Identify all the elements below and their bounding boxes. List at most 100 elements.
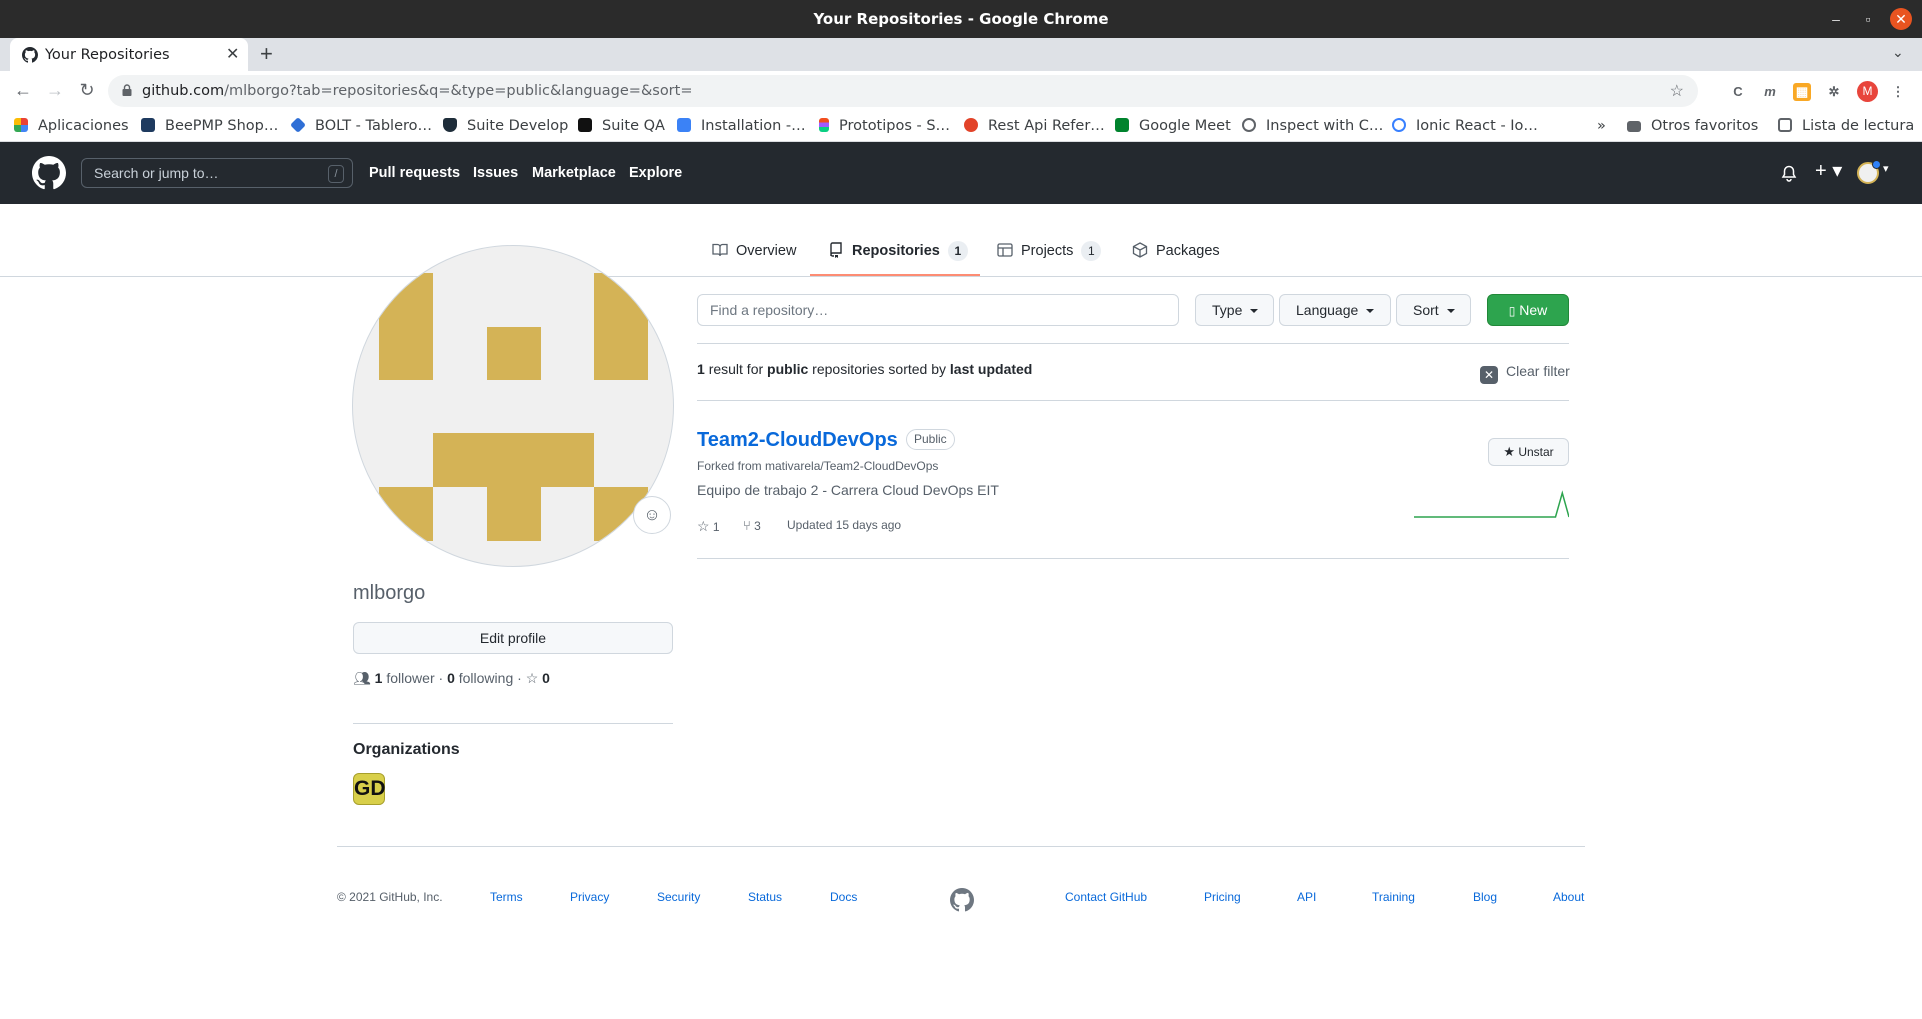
bookmark-item[interactable]: Rest Api Refer… (964, 111, 1105, 142)
nav-marketplace[interactable]: Marketplace (532, 142, 616, 204)
stars-count: 0 (542, 670, 550, 686)
footer-link-pricing[interactable]: Pricing (1204, 890, 1241, 904)
forks-link[interactable]: ⑂ 3 (743, 518, 761, 533)
stars-link[interactable]: ☆ 0 (526, 670, 550, 686)
github-footer-logo-icon[interactable] (950, 888, 974, 912)
close-window-icon[interactable]: ✕ (1890, 8, 1912, 30)
repo-updated: Updated 15 days ago (787, 518, 902, 532)
profile-avatar[interactable] (352, 245, 674, 567)
minimize-icon[interactable]: – (1826, 9, 1846, 29)
language-label: Language (1296, 302, 1359, 318)
browser-tab[interactable]: Your Repositories ✕ (10, 38, 248, 71)
followers-link[interactable]: 1 follower (375, 670, 435, 686)
nav-explore[interactable]: Explore (629, 142, 682, 204)
chrome-profile-avatar[interactable]: M (1857, 81, 1878, 102)
meet-icon (1115, 118, 1129, 132)
bookmark-label: Lista de lectura (1802, 118, 1915, 134)
create-new-plus-icon[interactable]: + ▾ (1815, 158, 1842, 183)
footer-link-training[interactable]: Training (1372, 890, 1415, 904)
bookmark-label: Prototipos - S… (839, 118, 951, 134)
footer-link-about[interactable]: About (1553, 890, 1584, 904)
react-icon (141, 118, 155, 132)
notifications-bell-icon[interactable] (1781, 165, 1797, 182)
tab-repositories[interactable]: Repositories 1 (828, 236, 968, 276)
unstar-button[interactable]: ★ Unstar (1488, 438, 1569, 466)
result-mid: repositories sorted by (812, 361, 947, 377)
github-favicon-icon (22, 47, 38, 63)
bookmark-label: Ionic React - Io… (1416, 118, 1538, 134)
extension-grid-icon[interactable]: ▦ (1793, 83, 1811, 101)
sort-filter-button[interactable]: Sort (1396, 294, 1471, 326)
extensions-puzzle-icon[interactable]: ✲ (1825, 83, 1843, 101)
organization-avatar[interactable]: GD (353, 773, 386, 805)
nav-pull-requests[interactable]: Pull requests (369, 142, 460, 204)
github-logo-icon[interactable] (32, 156, 66, 190)
follow-stats: 👥︎ 1 follower · 0 following · ☆ 0 (353, 670, 550, 686)
address-bar[interactable]: github.com/mlborgo?tab=repositories&q=&t… (108, 75, 1698, 107)
bookmark-item[interactable]: Google Meet (1115, 111, 1231, 142)
tab-packages[interactable]: Packages (1132, 236, 1220, 276)
footer-link-blog[interactable]: Blog (1473, 890, 1497, 904)
bookmark-item[interactable]: Installation -… (677, 111, 806, 142)
clear-filter-button[interactable]: ✕ Clear filter (1480, 363, 1570, 384)
profile-username: mlborgo (353, 582, 426, 604)
filter-divider (697, 343, 1569, 344)
bookmark-star-icon[interactable]: ☆ (1670, 81, 1684, 101)
footer-link-security[interactable]: Security (657, 890, 700, 904)
clear-filter-label: Clear filter (1506, 363, 1570, 379)
tab-overview[interactable]: Overview (712, 236, 796, 276)
more-bookmarks-button[interactable]: » (1597, 111, 1606, 142)
find-repository-input[interactable] (697, 294, 1179, 326)
tab-search-icon[interactable]: ⌄ (1892, 44, 1904, 61)
repo-name-link[interactable]: Team2-CloudDevOps (697, 429, 898, 452)
activity-sparkline (1414, 490, 1569, 518)
reading-list-button[interactable]: Lista de lectura (1778, 111, 1914, 142)
reload-icon[interactable]: ↻ (76, 80, 98, 101)
bookmark-item[interactable]: Inspect with C… (1242, 111, 1383, 142)
footer-link-status[interactable]: Status (748, 890, 782, 904)
footer-link-contact[interactable]: Contact GitHub (1065, 890, 1147, 904)
extension-m-icon[interactable]: m (1761, 83, 1779, 101)
stars-count: 1 (712, 520, 720, 534)
bookmark-item[interactable]: BOLT - Tablero… (290, 111, 432, 142)
bookmark-item[interactable]: Suite QA (578, 111, 665, 142)
user-menu-caret-icon[interactable]: ▾ (1883, 162, 1889, 175)
bookmark-label: Google Meet (1139, 118, 1231, 134)
nav-issues[interactable]: Issues (473, 142, 518, 204)
search-placeholder: Search or jump to… (94, 165, 219, 181)
edit-profile-button[interactable]: Edit profile (353, 622, 673, 654)
bookmark-item[interactable]: Suite Develop (443, 111, 568, 142)
bookmark-label: BeePMP Shop… (165, 118, 279, 134)
bolt-diamond-icon (290, 117, 306, 133)
tab-projects[interactable]: Projects 1 (997, 236, 1102, 276)
new-repository-button[interactable]: ▯ New (1487, 294, 1569, 326)
footer-link-privacy[interactable]: Privacy (570, 890, 609, 904)
forked-from-link[interactable]: Forked from mativarela/Team2-CloudDevOps (697, 459, 938, 473)
bookmark-item[interactable]: Aplicaciones (14, 111, 129, 142)
stargazers-link[interactable]: ☆ 1 (697, 518, 720, 535)
bookmark-item[interactable]: BeePMP Shop… (141, 111, 278, 142)
set-status-smiley-icon[interactable]: ☺ (633, 496, 671, 534)
bookmark-label: Inspect with C… (1266, 118, 1384, 134)
footer-link-docs[interactable]: Docs (830, 890, 857, 904)
footer-link-api[interactable]: API (1297, 890, 1316, 904)
github-search-input[interactable]: Search or jump to… / (81, 158, 353, 188)
back-icon[interactable]: ← (12, 80, 34, 101)
forward-icon[interactable]: → (44, 80, 66, 101)
footer-link-terms[interactable]: Terms (490, 890, 523, 904)
star-icon: ☆ (697, 518, 710, 534)
new-tab-icon[interactable]: + (260, 41, 273, 67)
bookmark-item[interactable]: Prototipos - S… (819, 111, 950, 142)
other-favorites-folder[interactable]: Otros favoritos (1627, 111, 1758, 142)
type-filter-button[interactable]: Type (1195, 294, 1274, 326)
tab-close-icon[interactable]: ✕ (226, 44, 239, 64)
following-link[interactable]: 0 following (447, 670, 513, 686)
identicon-block (379, 273, 433, 380)
unstar-label: Unstar (1518, 445, 1554, 459)
language-filter-button[interactable]: Language (1279, 294, 1391, 326)
chrome-menu-icon[interactable]: ⋮ (1889, 83, 1907, 101)
maximize-icon[interactable]: ▫ (1858, 9, 1878, 29)
find-repository-field[interactable] (698, 295, 1178, 325)
bookmark-item[interactable]: Ionic React - Io… (1392, 111, 1538, 142)
extension-c-icon[interactable]: C (1729, 83, 1747, 101)
